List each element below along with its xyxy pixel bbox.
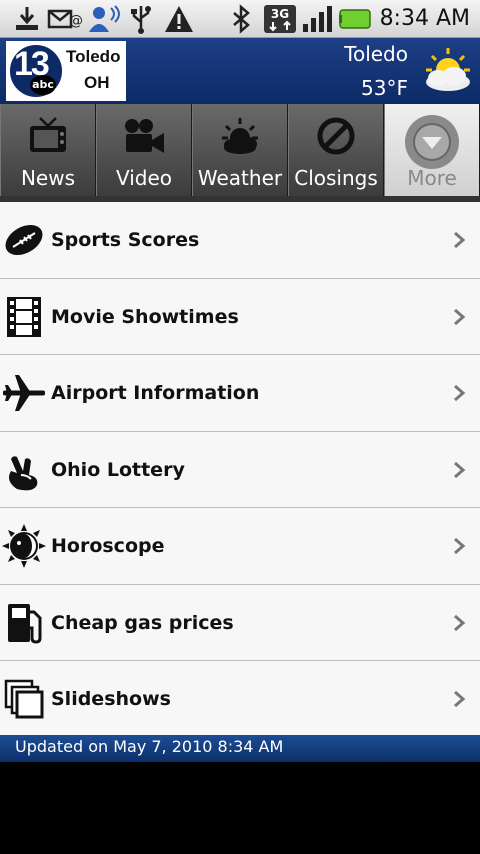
list-item-ohio-lottery[interactable]: Ohio Lottery — [0, 431, 480, 508]
bluetooth-icon — [228, 4, 254, 34]
logo-network: abc — [30, 75, 56, 95]
list-item-label: Horoscope — [51, 535, 165, 557]
logo-city: Toledo — [66, 47, 121, 66]
tab-more[interactable]: More — [384, 104, 480, 196]
svg-text:@: @ — [69, 13, 83, 29]
chevron-right-icon — [452, 460, 466, 480]
list-item-horoscope[interactable]: Horoscope — [0, 508, 480, 585]
chevron-right-icon — [452, 230, 466, 250]
tab-closings[interactable]: Closings — [288, 104, 384, 196]
no-entry-icon — [289, 114, 383, 158]
tab-weather-label: Weather — [197, 166, 283, 190]
weather-city: Toledo — [344, 42, 408, 66]
tab-news[interactable]: News — [0, 104, 96, 196]
list-item-label: Sports Scores — [51, 229, 200, 251]
tab-video-label: Video — [115, 166, 173, 190]
battery-icon — [338, 4, 374, 34]
video-camera-icon — [97, 114, 191, 158]
station-logo[interactable]: 13 abc Toledo OH — [6, 41, 126, 101]
list-item-movie-showtimes[interactable]: Movie Showtimes — [0, 278, 480, 355]
status-bar: @ 3G 8:34 AM — [0, 0, 480, 38]
list-item-label: Slideshows — [51, 688, 171, 710]
crossed-fingers-icon — [2, 448, 46, 492]
list-item-sports-scores[interactable]: Sports Scores — [0, 202, 480, 279]
updated-timestamp: Updated on May 7, 2010 8:34 AM — [15, 737, 284, 756]
list-item-label: Airport Information — [51, 382, 260, 404]
network-label: 3G — [271, 7, 289, 21]
tab-closings-label: Closings — [294, 166, 378, 190]
app-header: 13 abc Toledo OH Toledo 53°F — [0, 38, 480, 104]
list-item-slideshows[interactable]: Slideshows — [0, 661, 480, 738]
more-chevron-icon — [385, 115, 479, 169]
email-icon: @ — [46, 4, 84, 34]
3g-data-icon: 3G — [262, 4, 298, 34]
film-strip-icon — [2, 295, 46, 339]
updated-footer: Updated on May 7, 2010 8:34 AM — [0, 735, 480, 762]
list-item-label: Cheap gas prices — [51, 611, 234, 634]
more-menu-list: Sports Scores Movie Showtimes Airport In… — [0, 202, 480, 738]
list-item-label: Ohio Lottery — [51, 458, 185, 481]
sun-moon-icon — [2, 524, 46, 568]
airplane-icon — [2, 371, 46, 415]
sun-cloud-icon — [193, 114, 287, 158]
chevron-right-icon — [452, 689, 466, 709]
tab-more-label: More — [407, 166, 457, 190]
list-item-cheap-gas-prices[interactable]: Cheap gas prices — [0, 584, 480, 661]
partly-cloudy-icon[interactable] — [418, 46, 474, 96]
signal-icon — [300, 4, 336, 34]
logo-state: OH — [84, 73, 110, 92]
slideshow-icon — [2, 677, 46, 721]
tv-icon — [1, 114, 95, 158]
list-item-label: Movie Showtimes — [51, 305, 239, 328]
main-tab-bar: News Video Weather Closings More — [0, 104, 480, 196]
gas-pump-icon — [2, 601, 46, 645]
tab-weather[interactable]: Weather — [192, 104, 288, 196]
football-icon — [2, 218, 46, 262]
tab-video[interactable]: Video — [96, 104, 192, 196]
chevron-right-icon — [452, 613, 466, 633]
chevron-right-icon — [452, 307, 466, 327]
list-item-airport-information[interactable]: Airport Information — [0, 355, 480, 432]
download-icon — [12, 4, 42, 34]
weather-temperature: 53°F — [361, 76, 408, 100]
warning-icon — [162, 4, 196, 34]
status-time: 8:34 AM — [379, 6, 470, 31]
empty-area — [0, 762, 480, 854]
tab-news-label: News — [20, 166, 76, 190]
chevron-right-icon — [452, 536, 466, 556]
usb-icon — [126, 4, 156, 34]
chevron-right-icon — [452, 383, 466, 403]
account-sync-icon — [86, 4, 122, 34]
